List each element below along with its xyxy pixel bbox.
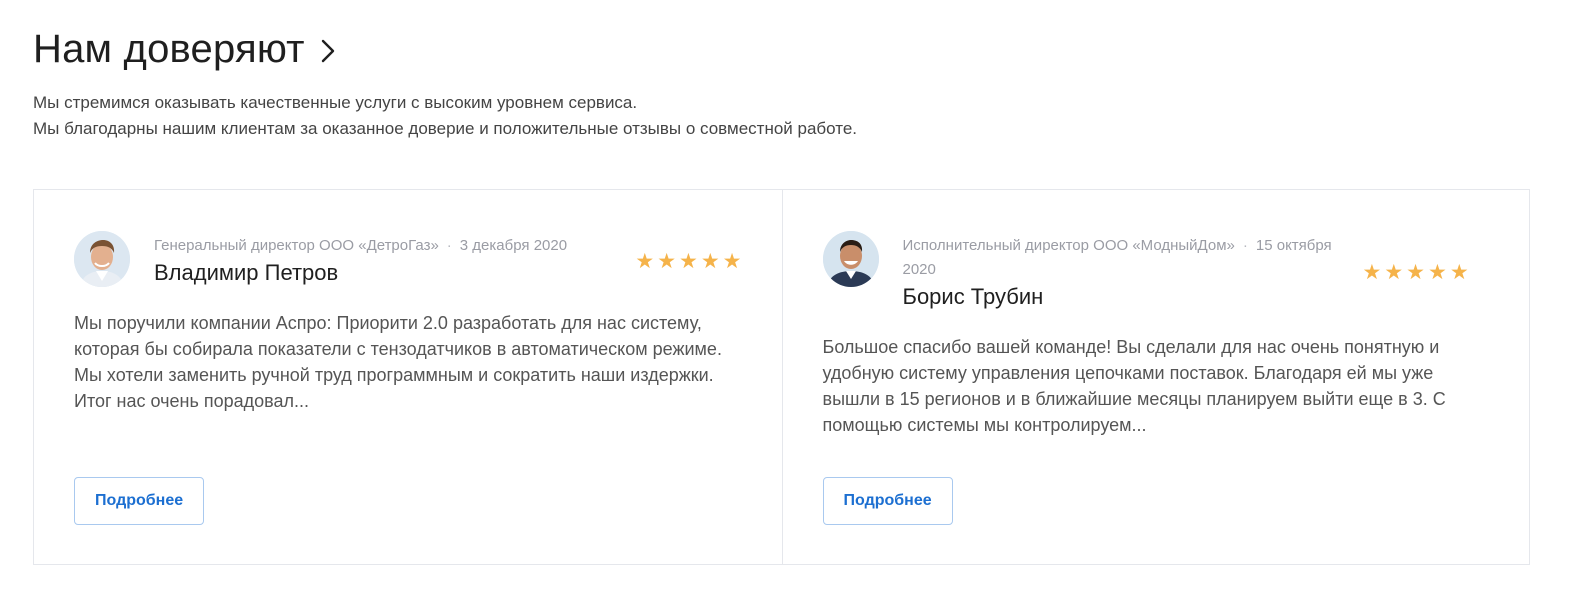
star-icon: ★ [679, 250, 698, 273]
reviews-list: Генеральный директор ООО «ДетроГаз» · 3 де… [33, 189, 1530, 565]
star-icon: ★ [700, 250, 720, 273]
review-text: Большое спасибо вашей команде! Вы сделал… [822, 337, 1446, 435]
reviewer-name: Борис Трубин [902, 284, 1044, 309]
rating-stars: ★ ★ ★ ★ ★ [635, 251, 741, 273]
avatar [822, 231, 879, 287]
intro-text: Мы стремимся оказывать качественные услу… [33, 90, 857, 142]
review-card: Генеральный директор ООО «ДетроГаз» · 3 де… [34, 190, 782, 564]
reviewer-position: Генеральный директор ООО «ДетроГаз» [154, 237, 439, 254]
intro-line-1: Мы стремимся оказывать качественные услу… [33, 93, 638, 112]
separator-dot: · [1242, 237, 1248, 254]
review-meta-line: Исполнительный директор ООО «МодныйДом» ·… [903, 234, 1363, 282]
review-meta: Исполнительный директор ООО «МодныйДом» ·… [903, 231, 1363, 312]
star-icon: ★ [1406, 261, 1425, 284]
intro-line-2: Мы благодарны нашим клиентам за оказанно… [33, 119, 858, 138]
star-icon: ★ [1427, 261, 1447, 284]
review-meta-line: Генеральный директор ООО «ДетроГаз» · 3 де… [154, 234, 635, 258]
separator-dot: · [446, 237, 452, 254]
reviewer-name: Владимир Петров [154, 260, 339, 285]
star-icon: ★ [657, 250, 677, 273]
more-button[interactable]: Подробнее [74, 477, 205, 525]
review-card: Исполнительный директор ООО «МодныйДом» ·… [781, 190, 1530, 564]
star-icon: ★ [1362, 261, 1382, 284]
more-button[interactable]: Подробнее [822, 477, 953, 525]
chevron-right-icon [321, 38, 337, 64]
star-icon: ★ [635, 250, 655, 273]
review-meta: Генеральный директор ООО «ДетроГаз» · 3 де… [154, 231, 635, 288]
review-header: Генеральный директор ООО «ДетроГаз» · 3 де… [74, 231, 742, 288]
star-icon: ★ [1449, 261, 1469, 284]
page-title: Нам доверяют [33, 27, 305, 71]
section-title-link[interactable]: Нам доверяют [33, 26, 337, 72]
review-text: Мы поручили компании Аспро: Приорити 2.0… [74, 313, 722, 411]
avatar [74, 231, 130, 287]
review-date: 3 декабря 2020 [459, 237, 568, 254]
star-icon: ★ [1384, 261, 1404, 284]
rating-stars: ★ ★ ★ ★ ★ [1363, 262, 1469, 284]
reviewer-position: Исполнительный директор ООО «МодныйДом» [902, 237, 1235, 254]
star-icon: ★ [722, 250, 742, 273]
review-header: Исполнительный директор ООО «МодныйДом» ·… [822, 231, 1490, 312]
